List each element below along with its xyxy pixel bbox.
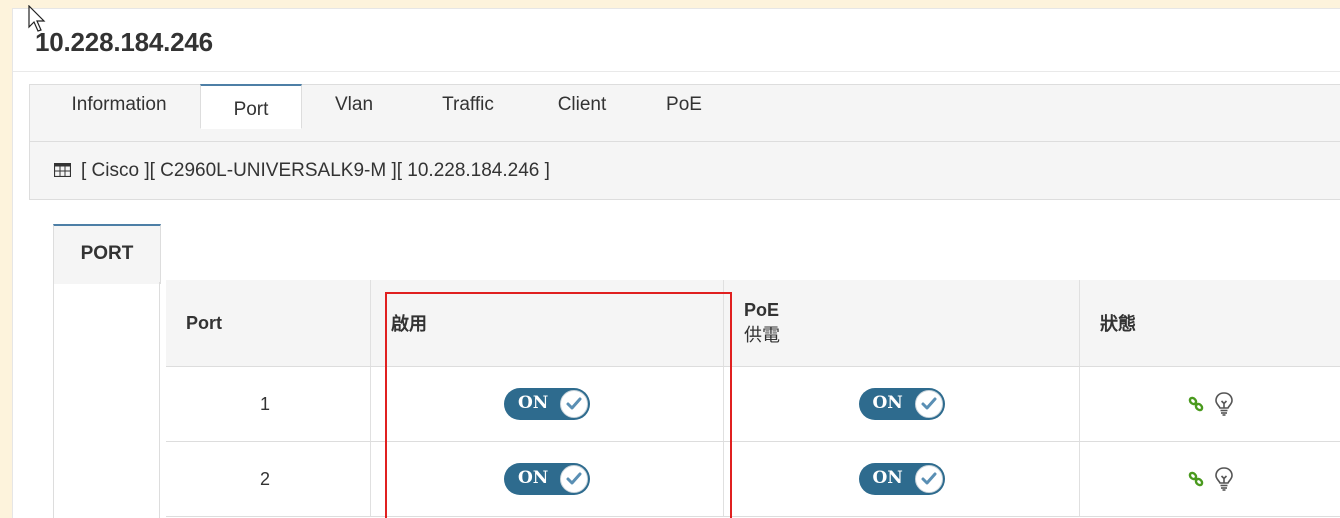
tab-port-inner[interactable]: PORT xyxy=(53,224,161,284)
check-icon xyxy=(915,390,943,418)
check-icon xyxy=(915,465,943,493)
poe-toggle[interactable]: ON xyxy=(859,463,945,495)
status-cell xyxy=(1080,442,1340,517)
tab-underline xyxy=(30,141,1340,142)
check-icon xyxy=(560,390,588,418)
tab-vlan[interactable]: Vlan xyxy=(326,85,382,125)
toggle-label: ON xyxy=(518,393,548,413)
port-table: Port 啟用 PoE 供電 狀態 1 ON xyxy=(166,280,1340,517)
tab-traffic[interactable]: Traffic xyxy=(426,85,510,125)
toggle-label: ON xyxy=(518,468,548,488)
header-poe-line2: 供電 xyxy=(744,321,1059,347)
table-grid-icon xyxy=(54,163,71,177)
toggle-label: ON xyxy=(873,393,903,413)
poe-cell: ON xyxy=(724,367,1080,442)
main-panel: 10.228.184.246 Information Port Vlan Tra… xyxy=(12,8,1340,518)
link-icon xyxy=(1187,395,1205,413)
device-info-bar: [ Cisco ][ C2960L-UNIVERSALK9-M ][ 10.22… xyxy=(29,147,1340,200)
link-icon xyxy=(1187,470,1205,488)
tab-information[interactable]: Information xyxy=(54,85,184,125)
enable-toggle[interactable]: ON xyxy=(504,388,590,420)
tab-client[interactable]: Client xyxy=(546,85,618,125)
port-number: 2 xyxy=(166,442,371,517)
tab-bar: Information Port Vlan Traffic Client PoE xyxy=(29,84,1340,148)
mouse-cursor-icon xyxy=(28,5,48,33)
status-cell xyxy=(1080,367,1340,442)
table-row: 2 ON ON xyxy=(166,442,1340,517)
header-poe-line1: PoE xyxy=(744,300,1059,321)
header-enable: 啟用 xyxy=(371,280,724,367)
table-row: 1 ON ON xyxy=(166,367,1340,442)
enable-toggle[interactable]: ON xyxy=(504,463,590,495)
inner-tab-border-right xyxy=(159,282,160,518)
lightbulb-icon xyxy=(1213,466,1235,492)
tab-port[interactable]: Port xyxy=(200,84,302,129)
header-port: Port xyxy=(166,280,371,367)
header-poe: PoE 供電 xyxy=(724,280,1080,367)
tab-poe[interactable]: PoE xyxy=(656,85,712,125)
toggle-label: ON xyxy=(873,468,903,488)
check-icon xyxy=(560,465,588,493)
port-number: 1 xyxy=(166,367,371,442)
poe-toggle[interactable]: ON xyxy=(859,388,945,420)
device-info-text: [ Cisco ][ C2960L-UNIVERSALK9-M ][ 10.22… xyxy=(81,160,550,182)
title-divider xyxy=(13,71,1340,72)
page-title: 10.228.184.246 xyxy=(35,27,213,58)
lightbulb-icon xyxy=(1213,391,1235,417)
table-header-row: Port 啟用 PoE 供電 狀態 xyxy=(166,280,1340,367)
enable-cell: ON xyxy=(371,367,724,442)
inner-tab-border-left xyxy=(53,282,54,518)
enable-cell: ON xyxy=(371,442,724,517)
poe-cell: ON xyxy=(724,442,1080,517)
header-status: 狀態 xyxy=(1080,280,1340,367)
